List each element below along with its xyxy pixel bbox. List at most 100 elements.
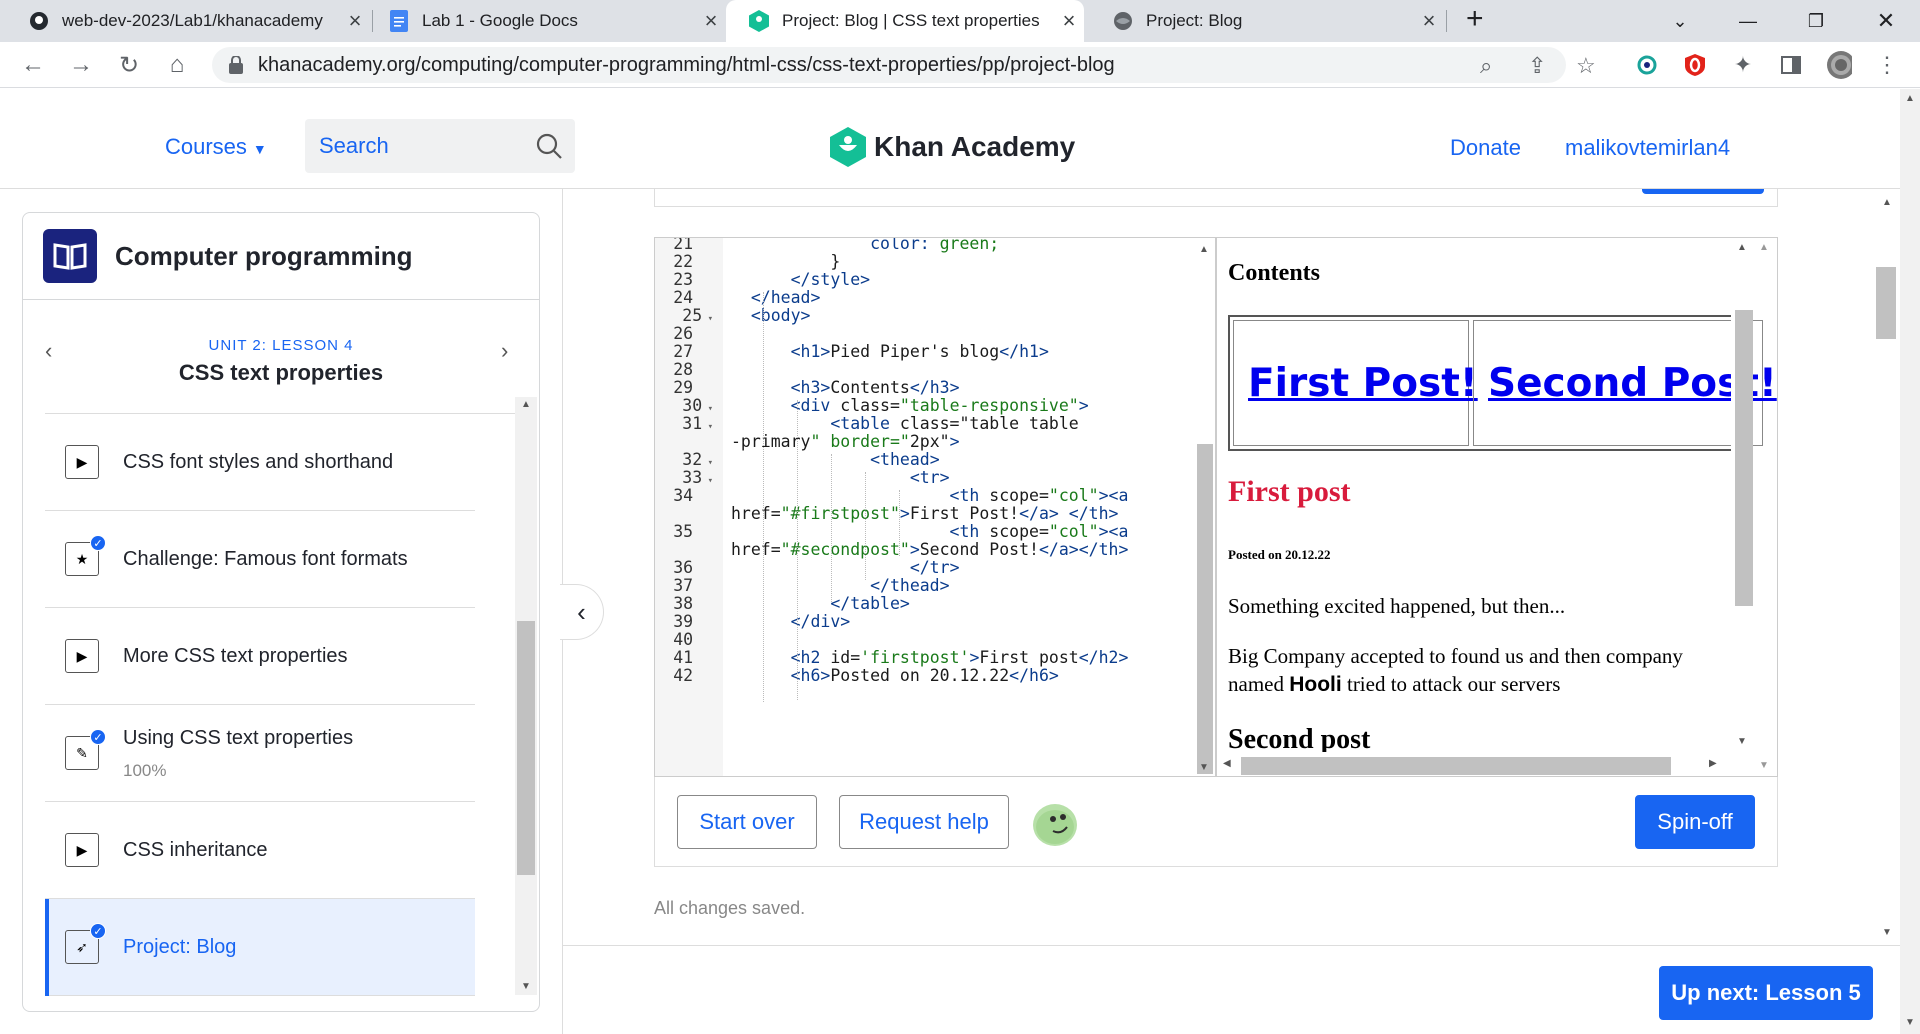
play-icon: ▶ bbox=[65, 833, 99, 867]
request-help-button[interactable]: Request help bbox=[839, 795, 1009, 849]
restore-button[interactable]: ❐ bbox=[1786, 0, 1846, 42]
outer-scroll-up-arrow-icon: ▲ bbox=[1759, 242, 1769, 253]
scrollbar-thumb[interactable] bbox=[517, 621, 535, 875]
site-header: Courses ▼ Search Khan Academy Donate mali… bbox=[0, 89, 1900, 189]
docs-icon bbox=[388, 10, 410, 32]
tab-project-blog-active[interactable]: Project: Blog | CSS text properties × bbox=[726, 0, 1084, 42]
line-number: 34 bbox=[673, 486, 713, 505]
sidebar-item-more-css-text[interactable]: ▶ More CSS text properties bbox=[45, 608, 475, 705]
reload-button[interactable]: ↻ bbox=[114, 50, 144, 80]
preview-post-title: First post bbox=[1228, 475, 1351, 508]
code-line: <h3>Contents</h3> bbox=[790, 378, 960, 397]
course-sidebar: Computer programming ‹ UNIT 2: LESSON 4 … bbox=[22, 212, 540, 1012]
search-icon bbox=[536, 133, 562, 159]
scrollbar-thumb[interactable] bbox=[1876, 267, 1896, 339]
lock-icon bbox=[229, 56, 243, 74]
new-tab-button[interactable]: + bbox=[1466, 2, 1484, 36]
line-number: 23 bbox=[673, 270, 713, 289]
code-line: </table> bbox=[830, 594, 910, 613]
line-number: 41 bbox=[673, 648, 713, 667]
line-number: 35 bbox=[673, 522, 713, 541]
sidebar-item-css-inheritance[interactable]: ▶ CSS inheritance bbox=[45, 802, 475, 899]
code-area[interactable]: color: green; } </style> </head> <body> … bbox=[723, 238, 1193, 776]
code-editor[interactable]: 21 22 23 24 25 ▾ 26 27 28 29 30 ▾ 31 ▾ 32 … bbox=[654, 237, 1216, 777]
url-text: khanacademy.org/computing/computer-progr… bbox=[258, 53, 1115, 76]
close-tab-icon[interactable]: × bbox=[1054, 8, 1084, 34]
line-number-gutter: 21 22 23 24 25 ▾ 26 27 28 29 30 ▾ 31 ▾ 32 … bbox=[655, 237, 723, 776]
tab-google-docs[interactable]: Lab 1 - Google Docs × bbox=[360, 0, 726, 42]
extension-opera-icon[interactable] bbox=[1682, 52, 1708, 78]
home-button[interactable]: ⌂ bbox=[162, 50, 192, 80]
code-line: href="#secondpost">Second Post!</a></th> bbox=[731, 540, 1129, 559]
next-lesson-chevron-icon[interactable]: › bbox=[501, 338, 508, 364]
line-number: 21 bbox=[673, 237, 713, 253]
line-number: 42 bbox=[673, 666, 713, 685]
sidebar-item-project-blog[interactable]: ➶ ✓ Project: Blog bbox=[45, 899, 475, 996]
url-bar[interactable]: khanacademy.org/computing/computer-progr… bbox=[212, 47, 1596, 83]
profile-avatar-icon[interactable] bbox=[1826, 51, 1852, 79]
code-line: <h2 id='firstpost'>First post</h2> bbox=[790, 648, 1129, 667]
line-number: 22 bbox=[673, 252, 713, 271]
output-preview[interactable]: Contents First Post! Second Post! First … bbox=[1216, 237, 1778, 777]
extension-record-icon[interactable] bbox=[1634, 52, 1660, 78]
courses-dropdown[interactable]: Courses ▼ bbox=[165, 134, 267, 160]
preview-vertical-scrollbar[interactable]: ▲ ▼ bbox=[1731, 238, 1753, 752]
line-number: 29 bbox=[673, 378, 713, 397]
line-number bbox=[655, 540, 713, 559]
extensions-puzzle-icon[interactable]: ✦ bbox=[1730, 52, 1756, 78]
tab-search-chevron-icon[interactable]: ⌄ bbox=[1650, 0, 1710, 42]
up-next-button[interactable]: Up next: Lesson 5 bbox=[1659, 966, 1873, 1020]
avatar bbox=[1033, 804, 1077, 846]
share-icon[interactable]: ⇪ bbox=[1528, 53, 1546, 79]
scrollbar-thumb[interactable] bbox=[1735, 310, 1753, 606]
address-bar: ← → ↻ ⌂ khanacademy.org/computing/comput… bbox=[0, 42, 1920, 88]
zoom-icon[interactable]: ⌕ bbox=[1480, 53, 1492, 79]
sidebar-scrollbar[interactable]: ▲ ▼ bbox=[515, 397, 537, 995]
preview-paragraph-1: Something excited happened, but then... bbox=[1228, 594, 1566, 618]
tab-github[interactable]: web-dev-2023/Lab1/khanacademy × bbox=[0, 0, 370, 42]
spin-off-button[interactable]: Spin-off bbox=[1635, 795, 1755, 849]
donate-link[interactable]: Donate bbox=[1450, 135, 1521, 161]
code-line: <th scope="col"><a bbox=[949, 522, 1129, 541]
user-menu[interactable]: malikovtemirlan4 bbox=[1565, 135, 1730, 161]
sidebar-item-using-css-text[interactable]: ✎ ✓ Using CSS text properties 100% bbox=[45, 705, 475, 802]
forward-button[interactable]: → bbox=[66, 50, 96, 80]
back-button[interactable]: ← bbox=[18, 50, 48, 80]
hooli-bold-text: Hooli bbox=[1289, 673, 1342, 696]
tab-project-blog[interactable]: Project: Blog × bbox=[1084, 0, 1444, 42]
first-post-link[interactable]: First Post! bbox=[1248, 361, 1478, 406]
code-line: } bbox=[731, 252, 841, 271]
course-header[interactable]: Computer programming bbox=[23, 213, 539, 300]
bookmark-star-icon[interactable]: ☆ bbox=[1576, 53, 1596, 79]
preview-table-cell-2: Second Post! bbox=[1473, 320, 1777, 446]
code-line: <th scope="col"><a bbox=[949, 486, 1129, 505]
preview-horizontal-scrollbar[interactable]: ◀ ▶ bbox=[1217, 752, 1753, 776]
start-over-button[interactable]: Start over bbox=[677, 795, 817, 849]
menu-kebab-icon[interactable]: ⋮ bbox=[1874, 52, 1900, 78]
line-number: 37 bbox=[673, 576, 713, 595]
line-number: 36 bbox=[673, 558, 713, 577]
close-tab-icon[interactable]: × bbox=[696, 8, 726, 34]
khan-icon bbox=[748, 10, 770, 32]
collapse-sidebar-button[interactable]: ‹ bbox=[560, 584, 604, 640]
scrollbar-thumb[interactable] bbox=[1197, 444, 1213, 774]
line-number: 39 bbox=[673, 612, 713, 631]
scrollbar-thumb[interactable] bbox=[1241, 757, 1671, 775]
close-tab-icon[interactable]: × bbox=[1414, 8, 1444, 34]
scroll-down-arrow-icon: ▼ bbox=[1737, 736, 1747, 747]
sidebar-item-challenge-fonts[interactable]: ★ ✓ Challenge: Famous font formats bbox=[45, 511, 475, 608]
search-input[interactable]: Search bbox=[305, 119, 575, 173]
scroll-right-arrow-icon: ▶ bbox=[1709, 758, 1717, 769]
page-scrollbar[interactable]: ▲ ▼ bbox=[1900, 89, 1920, 1034]
khan-academy-logo[interactable]: Khan Academy bbox=[830, 127, 1075, 167]
lesson-nav: ‹ UNIT 2: LESSON 4 CSS text properties › bbox=[23, 300, 539, 400]
close-window-button[interactable]: ✕ bbox=[1856, 0, 1916, 42]
side-panel-icon[interactable] bbox=[1778, 52, 1804, 78]
preview-contents-heading: Contents bbox=[1228, 260, 1321, 286]
minimize-button[interactable]: — bbox=[1718, 0, 1778, 42]
editor-toolbar: Start over Request help Spin-off bbox=[654, 777, 1778, 867]
sidebar-item-css-font-styles[interactable]: ▶ CSS font styles and shorthand bbox=[45, 414, 475, 511]
editor-scrollbar[interactable]: ▲ ▼ bbox=[1193, 238, 1215, 776]
content-scrollbar[interactable]: ▲ ▼ bbox=[1870, 189, 1900, 945]
caret-down-icon: ▼ bbox=[252, 141, 267, 157]
